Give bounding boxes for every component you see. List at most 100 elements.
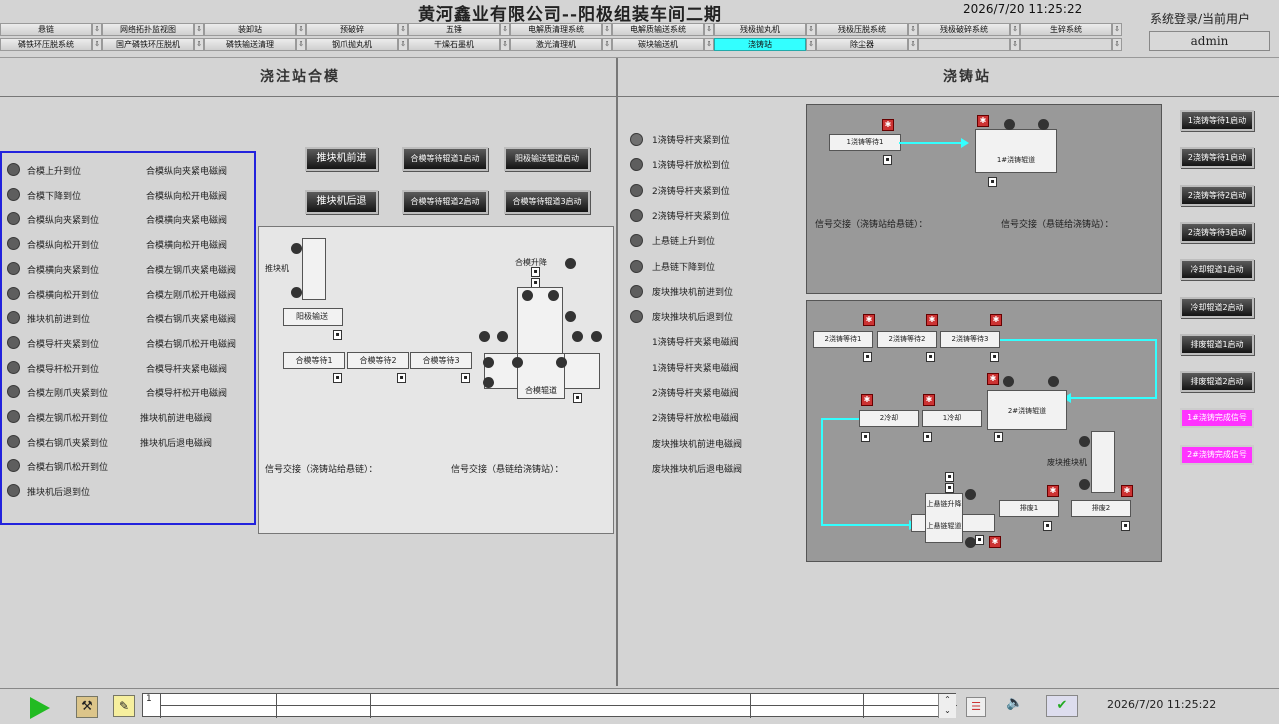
cast1-diagram: 1浇铸等待1 ✱ ▪ 1#浇铸辊道 ✱ ▪ 信号交接（浇铸站给悬链）： 信号交接… <box>806 104 1162 294</box>
cast1-wait1-box: 1浇铸等待1 <box>829 134 901 151</box>
nav-arrow-icon[interactable]: ⇩ <box>806 23 816 36</box>
nav-button[interactable]: 五锤 <box>408 23 500 36</box>
indicator-icon: ▪ <box>333 330 342 340</box>
nav-button[interactable]: 碳块输送机 <box>612 38 704 51</box>
nav-button[interactable]: 残极抛丸机 <box>714 23 806 36</box>
nav-button[interactable]: 网络拓扑监视图 <box>102 23 194 36</box>
list-icon[interactable]: ☰ <box>966 697 986 717</box>
cast-complete-signal-button[interactable]: 1#浇铸完成信号 <box>1180 408 1254 428</box>
nav-arrow-icon[interactable]: ⇩ <box>704 23 714 36</box>
note-icon[interactable]: ✎ <box>113 695 135 717</box>
nav-arrow-icon[interactable]: ⇩ <box>500 38 510 51</box>
status-label: 废块推块机后退到位 <box>652 313 734 324</box>
waste-pusher-box <box>1091 431 1115 493</box>
status-label: 合模纵向松开到位 <box>27 241 100 252</box>
nav-button[interactable]: 钢爪抛丸机 <box>306 38 398 51</box>
indicator-icon: ▪ <box>1121 521 1130 531</box>
nav-arrow-icon[interactable]: ⇩ <box>194 23 204 36</box>
nav-button[interactable]: 残极压脱系统 <box>816 23 908 36</box>
nav-arrow-icon[interactable]: ⇩ <box>704 38 714 51</box>
mold-roller1-start-button[interactable]: 合模等待辊道1启动 <box>402 147 488 171</box>
nav-arrow-icon[interactable]: ⇩ <box>1112 23 1122 36</box>
nav-button[interactable] <box>1020 38 1112 51</box>
cast2-roller-box: 2#浇铸辊道 <box>987 390 1067 430</box>
valve-label: 合模导杆松开电磁阀 <box>146 389 228 400</box>
start-button[interactable]: 1浇铸等待1启动 <box>1180 110 1254 131</box>
nav-button[interactable]: 除尘器 <box>816 38 908 51</box>
indicator-icon: ▪ <box>994 432 1003 442</box>
status-label: 合模横向夹紧到位 <box>27 265 100 276</box>
alarm-icon: ✱ <box>987 373 999 385</box>
alarm-icon: ✱ <box>977 115 989 127</box>
nav-button[interactable]: 悬链 <box>0 23 92 36</box>
nav-button[interactable]: 浇铸站 <box>714 38 806 51</box>
nav-arrow-icon[interactable]: ⇩ <box>908 23 918 36</box>
start-button[interactable]: 冷却辊道1启动 <box>1180 259 1254 281</box>
start-button[interactable]: 2浇铸等待3启动 <box>1180 221 1254 243</box>
nav-arrow-icon[interactable]: ⇩ <box>1010 38 1020 51</box>
valve-label: 合模右钢爪松开电磁阀 <box>146 339 237 350</box>
alarm-log-table[interactable]: 1 ⌃ ⌄ <box>142 693 957 718</box>
nav-button[interactable]: 装卸站 <box>204 23 296 36</box>
valve-label: 合模导杆夹紧电磁阀 <box>146 364 228 375</box>
signal-chain-to-station: 信号交接（悬链给浇铸站）： <box>451 465 564 475</box>
status-led <box>630 208 643 222</box>
login-label[interactable]: 系统登录/当前用户 <box>1150 10 1250 27</box>
acknowledge-icon[interactable]: ✔ <box>1046 695 1078 717</box>
alarm-icon: ✱ <box>1121 485 1133 497</box>
nav-arrow-icon[interactable]: ⇩ <box>602 38 612 51</box>
nav-button[interactable]: 电解质清理系统 <box>510 23 602 36</box>
cast-complete-signal-button[interactable]: 2#浇铸完成信号 <box>1180 445 1254 465</box>
nav-arrow-icon[interactable]: ⇩ <box>1010 23 1020 36</box>
status-led <box>630 284 643 298</box>
indicator-icon: ▪ <box>945 483 954 493</box>
push-forward-button[interactable]: 推块机前进 <box>305 147 378 171</box>
status-led <box>630 234 643 248</box>
nav-arrow-icon[interactable]: ⇩ <box>1112 38 1122 51</box>
nav-button[interactable]: 残极破碎系统 <box>918 23 1010 36</box>
start-button[interactable]: 冷却辊道2启动 <box>1180 296 1254 318</box>
nav-arrow-icon[interactable]: ⇩ <box>398 38 408 51</box>
current-user: admin <box>1149 31 1270 51</box>
nav-row-1: 悬链 ⇩ 网络拓扑监视图 ⇩ 装卸站 ⇩ 预破碎 ⇩ 五锤 ⇩ 电解质清理系统 ⇩ 电解质输送系统 ⇩ 残极… <box>0 23 1122 37</box>
nav-button[interactable]: 磷铁输送清理 <box>204 38 296 51</box>
mold-roller3-start-button[interactable]: 合模等待辊道3启动 <box>504 190 590 214</box>
nav-arrow-icon[interactable]: ⇩ <box>602 23 612 36</box>
flow-line <box>1065 397 1157 399</box>
nav-button[interactable] <box>918 38 1010 51</box>
play-icon[interactable] <box>30 697 50 719</box>
push-back-button[interactable]: 推块机后退 <box>305 190 378 214</box>
tools-icon[interactable]: ⚒ <box>76 696 98 718</box>
nav-arrow-icon[interactable]: ⇩ <box>908 38 918 51</box>
start-button[interactable]: 2浇铸等待1启动 <box>1180 147 1254 169</box>
start-button[interactable]: 排废辊道1启动 <box>1180 333 1254 355</box>
status-led <box>7 286 20 300</box>
speaker-icon[interactable]: 🔈 <box>998 695 1032 717</box>
mold-roller2-start-button[interactable]: 合模等待辊道2启动 <box>402 190 488 214</box>
nav-button[interactable]: 电解质输送系统 <box>612 23 704 36</box>
indicator-icon: ▪ <box>883 155 892 165</box>
sensor-dot <box>1003 376 1014 387</box>
nav-arrow-icon[interactable]: ⇩ <box>296 23 306 36</box>
status-label: 合模上升到位 <box>27 167 82 177</box>
sensor-dot <box>291 287 302 298</box>
scroll-arrows[interactable]: ⌃ ⌄ <box>938 694 956 718</box>
nav-arrow-icon[interactable]: ⇩ <box>92 23 102 36</box>
start-button[interactable]: 2浇铸等待2启动 <box>1180 184 1254 206</box>
nav-arrow-icon[interactable]: ⇩ <box>92 38 102 51</box>
start-button[interactable]: 排废辊道2启动 <box>1180 371 1254 393</box>
nav-button[interactable]: 生碎系统 <box>1020 23 1112 36</box>
nav-arrow-icon[interactable]: ⇩ <box>296 38 306 51</box>
nav-button[interactable]: 预破碎 <box>306 23 398 36</box>
nav-button[interactable]: 激光清理机 <box>510 38 602 51</box>
sensor-dot <box>548 290 559 301</box>
nav-arrow-icon[interactable]: ⇩ <box>500 23 510 36</box>
nav-arrow-icon[interactable]: ⇩ <box>806 38 816 51</box>
nav-button[interactable]: 磷铁环压脱系统 <box>0 38 92 51</box>
nav-button[interactable]: 国产磷铁环压脱机 <box>102 38 194 51</box>
nav-arrow-icon[interactable]: ⇩ <box>398 23 408 36</box>
anode-conveyor-start-button[interactable]: 阳极输送辊道启动 <box>504 147 590 171</box>
nav-arrow-icon[interactable]: ⇩ <box>194 38 204 51</box>
sensor-dot <box>556 357 567 368</box>
nav-button[interactable]: 干燥石墨机 <box>408 38 500 51</box>
